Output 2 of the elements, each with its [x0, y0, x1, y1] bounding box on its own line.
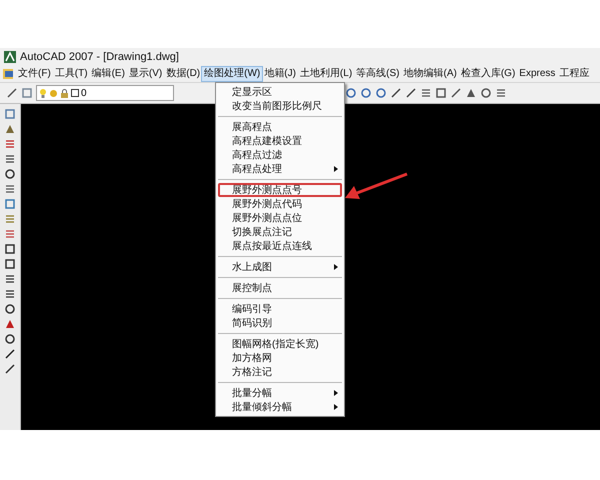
window-title: AutoCAD 2007 - [Drawing1.dwg]: [20, 51, 179, 63]
layer-name: 0: [81, 88, 87, 98]
